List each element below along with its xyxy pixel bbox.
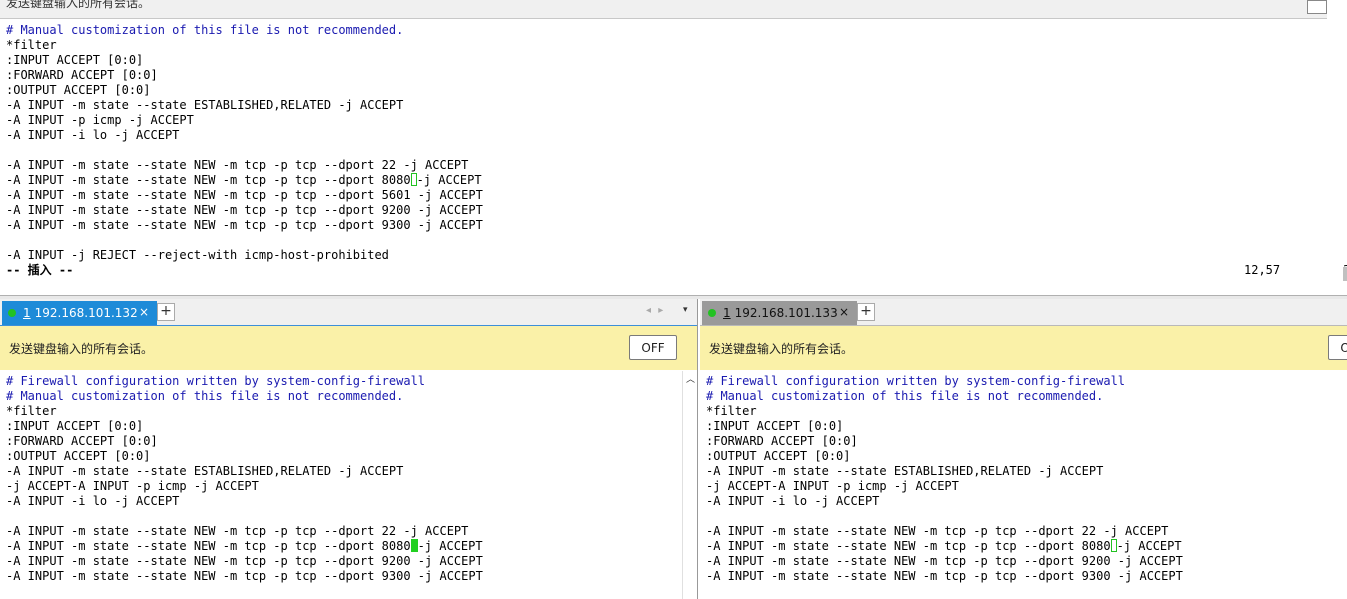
terminal-line: :OUTPUT ACCEPT [0:0] — [706, 449, 851, 463]
session-panel-left: 1 192.168.101.132 × + ◂ ▸ ▾ 发送键盘输入的所有会话。 … — [0, 299, 697, 599]
terminal-line: # Firewall configuration written by syst… — [6, 374, 426, 388]
terminal-line: :INPUT ACCEPT [0:0] — [6, 419, 144, 433]
terminal-line: -A INPUT -p icmp -j ACCEPT — [6, 113, 194, 127]
terminal-line: :OUTPUT ACCEPT [0:0] — [6, 83, 151, 97]
tab-session-132[interactable]: 1 192.168.101.132 × — [2, 301, 157, 325]
terminal-line: -A INPUT -i lo -j ACCEPT — [6, 128, 180, 142]
top-terminal-content: # Manual customization of this file is n… — [6, 23, 483, 263]
terminal-line: -A INPUT -m state --state NEW -m tcp -p … — [6, 173, 482, 187]
terminal-left[interactable]: # Firewall configuration written by syst… — [0, 371, 697, 599]
top-banner-text: 发送键盘输入的所有会话。 — [6, 0, 151, 10]
close-icon[interactable]: × — [839, 305, 849, 319]
broadcast-off-button[interactable]: OFF — [1328, 335, 1347, 360]
vim-cursor-position: 12,57 — [1244, 263, 1281, 277]
terminal-line: :INPUT ACCEPT [0:0] — [6, 53, 144, 67]
terminal-line: -A INPUT -m state --state NEW -m tcp -p … — [6, 569, 483, 583]
broadcast-banner-text: 发送键盘输入的所有会话。 — [709, 342, 854, 356]
terminal-line: -A INPUT -m state --state NEW -m tcp -p … — [6, 554, 483, 568]
terminal-line: -A INPUT -m state --state NEW -m tcp -p … — [6, 188, 483, 202]
broadcast-banner: 发送键盘输入的所有会话。 OFF — [0, 326, 697, 370]
terminal-line: -j ACCEPT-A INPUT -p icmp -j ACCEPT — [706, 479, 959, 493]
terminal-line: -A INPUT -m state --state NEW -m tcp -p … — [706, 539, 1182, 553]
top-banner-off-button[interactable] — [1307, 0, 1327, 14]
text-cursor — [410, 539, 418, 552]
connected-status-icon — [8, 309, 16, 317]
tab-bar-left: 1 192.168.101.132 × + ◂ ▸ ▾ — [0, 299, 697, 326]
tab-number: 1 — [23, 306, 31, 320]
terminal-line: :INPUT ACCEPT [0:0] — [706, 419, 844, 433]
terminal-line: -A INPUT -j REJECT --reject-with icmp-ho… — [6, 248, 389, 262]
tab-session-133[interactable]: 1 192.168.101.133 × — [702, 301, 857, 325]
terminal-line: # Manual customization of this file is n… — [706, 389, 1104, 403]
terminal-line: -A INPUT -i lo -j ACCEPT — [706, 494, 880, 508]
broadcast-banner-text: 发送键盘输入的所有会话。 — [9, 342, 154, 356]
terminal-content: # Firewall configuration written by syst… — [706, 374, 1183, 584]
terminal-line: -A INPUT -m state --state ESTABLISHED,RE… — [706, 464, 1104, 478]
terminal-line: # Firewall configuration written by syst… — [706, 374, 1126, 388]
terminal-line: -A INPUT -m state --state NEW -m tcp -p … — [6, 203, 483, 217]
vertical-scrollbar[interactable]: ︿ — [682, 371, 697, 599]
add-tab-button[interactable]: + — [857, 303, 875, 321]
terminal-line: # Manual customization of this file is n… — [6, 389, 404, 403]
broadcast-banner: 发送键盘输入的所有会话。 OFF — [700, 326, 1347, 370]
top-scrollbar[interactable] — [1343, 267, 1347, 281]
terminal-line: :FORWARD ACCEPT [0:0] — [6, 434, 158, 448]
terminal-line: -A INPUT -m state --state NEW -m tcp -p … — [706, 524, 1169, 538]
vim-mode-status: -- 插入 -- — [6, 263, 74, 277]
terminal-line: -A INPUT -m state --state NEW -m tcp -p … — [6, 158, 469, 172]
terminal-line: -A INPUT -m state --state NEW -m tcp -p … — [706, 554, 1183, 568]
terminal-line: :FORWARD ACCEPT [0:0] — [706, 434, 858, 448]
tab-number: 1 — [723, 306, 731, 320]
add-tab-button[interactable]: + — [157, 303, 175, 321]
terminal-line: -A INPUT -i lo -j ACCEPT — [6, 494, 180, 508]
terminal-line: -A INPUT -m state --state NEW -m tcp -p … — [6, 218, 483, 232]
terminal-right[interactable]: # Firewall configuration written by syst… — [700, 371, 1347, 599]
terminal-line: -A INPUT -m state --state ESTABLISHED,RE… — [6, 98, 404, 112]
terminal-line: *filter — [706, 404, 757, 418]
terminal-line: *filter — [6, 404, 57, 418]
tab-list-dropdown-icon[interactable]: ▾ — [683, 305, 688, 315]
terminal-line: *filter — [6, 38, 57, 52]
terminal-line: -A INPUT -m state --state NEW -m tcp -p … — [6, 539, 483, 553]
scroll-up-icon[interactable]: ︿ — [686, 372, 695, 385]
tab-label: 192.168.101.133 — [734, 306, 838, 320]
top-banner-strip: 发送键盘输入的所有会话。 — [0, 0, 1327, 19]
terminal-line: -A INPUT -m state --state NEW -m tcp -p … — [6, 524, 469, 538]
terminal-line: # Manual customization of this file is n… — [6, 23, 404, 37]
broadcast-off-button[interactable]: OFF — [629, 335, 677, 360]
connected-status-icon — [708, 309, 716, 317]
close-icon[interactable]: × — [139, 305, 149, 319]
tab-label: 192.168.101.132 — [34, 306, 138, 320]
terminal-line: -A INPUT -m state --state ESTABLISHED,RE… — [6, 464, 404, 478]
terminal-content: # Firewall configuration written by syst… — [6, 374, 483, 584]
tab-scroll-arrows-icon[interactable]: ◂ ▸ — [646, 305, 665, 316]
terminal-line: :OUTPUT ACCEPT [0:0] — [6, 449, 151, 463]
terminal-line: -j ACCEPT-A INPUT -p icmp -j ACCEPT — [6, 479, 259, 493]
terminal-line: -A INPUT -m state --state NEW -m tcp -p … — [706, 569, 1183, 583]
top-terminal[interactable]: # Manual customization of this file is n… — [0, 19, 1347, 295]
tab-bar-right: 1 192.168.101.133 × + — [700, 299, 1347, 326]
terminal-line: :FORWARD ACCEPT [0:0] — [6, 68, 158, 82]
session-panel-right: 1192.168.101.133 × + 发送键盘输入的所有会话。 OFF # … — [700, 299, 1347, 599]
